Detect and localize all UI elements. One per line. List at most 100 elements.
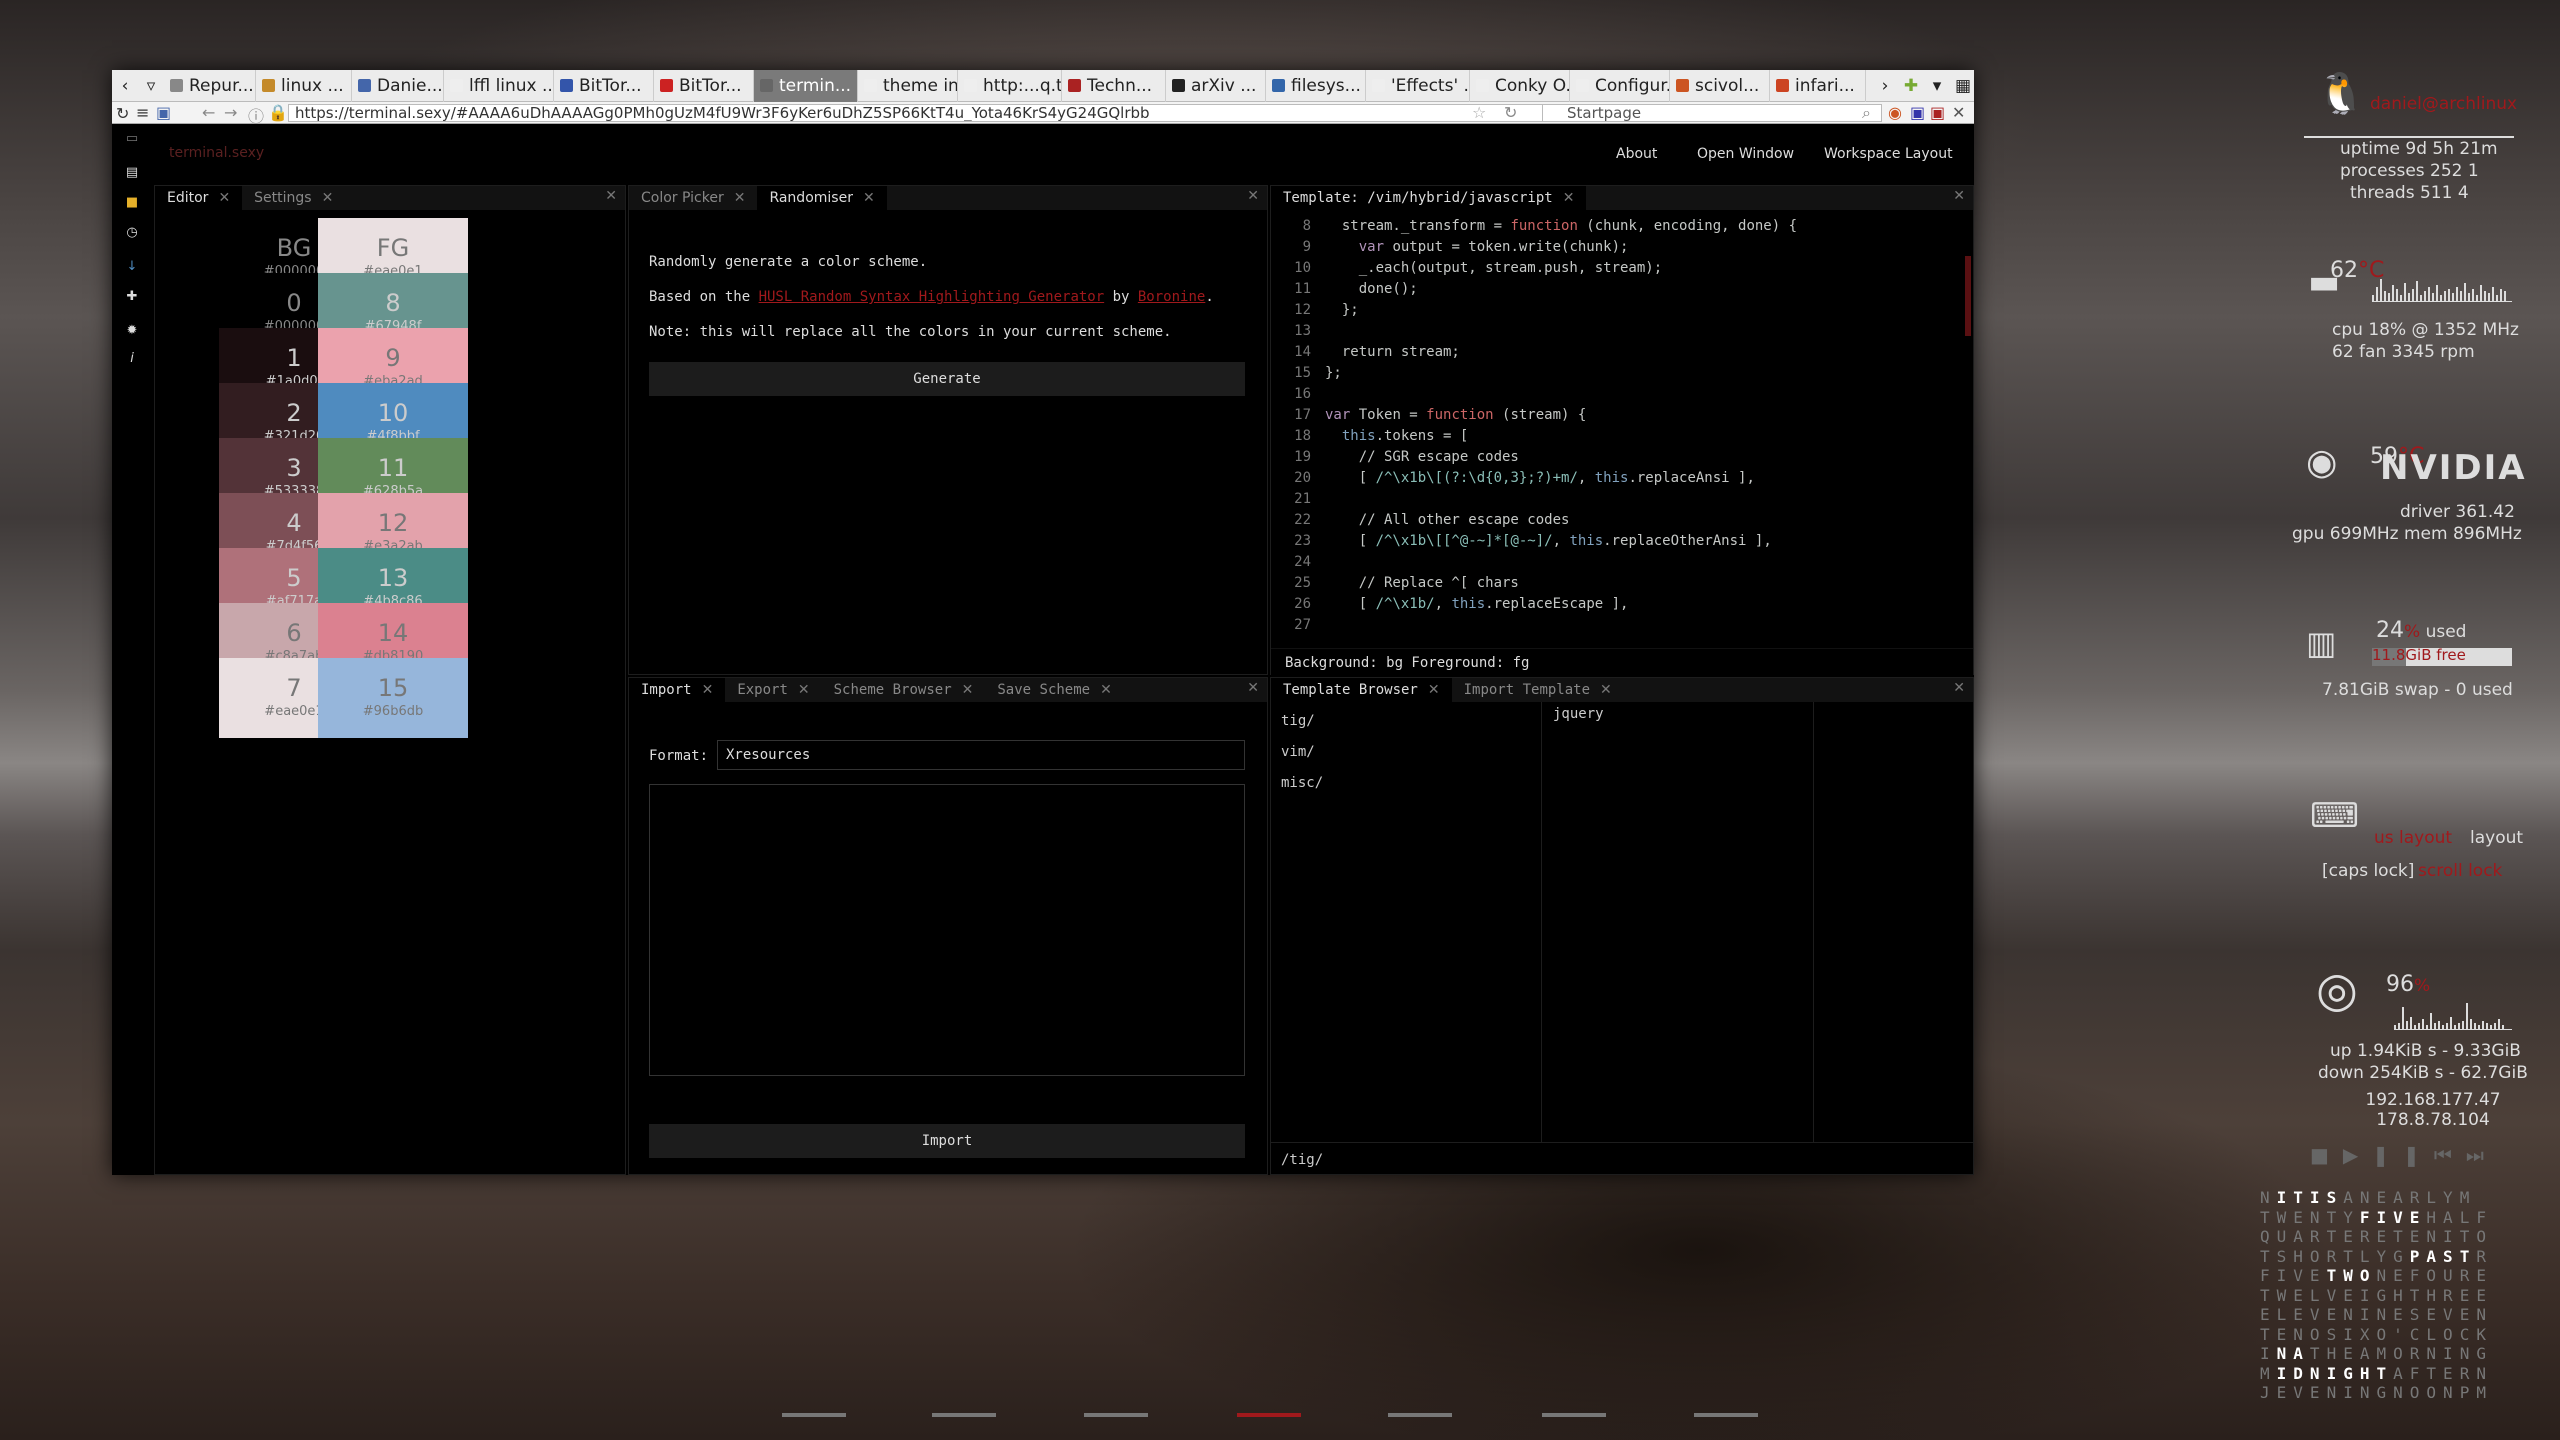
scrollbar[interactable] <box>1965 216 1971 636</box>
panel-close-icon[interactable]: ✕ <box>605 188 617 204</box>
gear-icon[interactable]: ✹ <box>124 323 140 339</box>
previous-icon[interactable]: ⏮ <box>2434 1143 2466 1167</box>
generate-button[interactable]: Generate <box>649 362 1245 396</box>
tab-settings[interactable]: Settings ✕ <box>242 186 345 210</box>
menu-icon[interactable]: ≡ <box>136 103 149 122</box>
app-logo[interactable]: terminal.sexy <box>169 145 264 161</box>
tab-export[interactable]: Export ✕ <box>725 678 821 702</box>
panel-close-icon[interactable]: ✕ <box>1247 680 1259 696</box>
format-select[interactable]: Xresources <box>717 740 1245 770</box>
pause-icon[interactable]: ❚❚ <box>2372 1143 2434 1167</box>
tab-color-picker[interactable]: Color Picker ✕ <box>629 186 757 210</box>
clock-icon[interactable]: ◷ <box>124 225 140 241</box>
refresh-icon[interactable]: ↻ <box>1504 103 1517 122</box>
browser-tab[interactable]: Techn... <box>1062 69 1166 102</box>
close-icon[interactable]: ✕ <box>962 682 974 698</box>
browser-tab[interactable]: Configur... <box>1570 69 1670 102</box>
next-icon[interactable]: ⏭ <box>2466 1143 2498 1167</box>
reload-menu-icon[interactable]: ↻ <box>116 104 129 123</box>
browser-tab[interactable]: lffl linux ... <box>444 69 554 102</box>
nav-open-window[interactable]: Open Window <box>1697 146 1794 162</box>
browser-tab[interactable]: Repur... <box>164 69 256 102</box>
bookmarks-icon[interactable]: ▣ <box>156 103 171 122</box>
tab-scroll-left-icon[interactable]: ‹ <box>112 76 138 96</box>
back-icon[interactable]: ← <box>202 103 215 122</box>
close-icon[interactable]: ✕ <box>322 190 334 206</box>
tab-template[interactable]: Template: /vim/hybrid/javascript ✕ <box>1271 186 1587 210</box>
folder-item[interactable]: tig/ <box>1281 706 1323 737</box>
close-icon[interactable]: ✕ <box>1600 682 1612 698</box>
bookmark-star-icon[interactable]: ☆ <box>1472 103 1486 122</box>
note-icon[interactable]: ■ <box>124 195 140 211</box>
browser-tab[interactable]: 'Effects' ... <box>1366 69 1470 102</box>
download-icon[interactable]: ↓ <box>124 259 140 275</box>
tab-scroll-right-icon[interactable]: › <box>1872 76 1898 96</box>
info-icon[interactable]: i <box>124 351 140 367</box>
workspace-3[interactable] <box>1084 1413 1148 1417</box>
browser-tab[interactable]: arXiv ... <box>1166 69 1266 102</box>
panel-close-icon[interactable]: ✕ <box>1247 188 1259 204</box>
tab-editor[interactable]: Editor ✕ <box>155 186 243 210</box>
forward-icon[interactable]: → <box>224 103 237 122</box>
tab-import-template[interactable]: Import Template ✕ <box>1452 678 1624 702</box>
new-tab-icon[interactable]: ✚ <box>1898 76 1924 96</box>
puzzle-icon[interactable]: ✚ <box>124 289 140 305</box>
browser-tab[interactable]: BitTor... <box>654 69 754 102</box>
workspace-4[interactable] <box>1237 1413 1301 1417</box>
browser-tab[interactable]: Conky O... <box>1470 69 1570 102</box>
window-icon[interactable]: ▭ <box>124 131 140 147</box>
workspace-5[interactable] <box>1388 1413 1452 1417</box>
browser-tab[interactable]: linux ... <box>256 69 352 102</box>
browser-tab[interactable]: BitTor... <box>554 69 654 102</box>
browser-tab[interactable]: infari... <box>1770 69 1866 102</box>
tab-save-scheme[interactable]: Save Scheme ✕ <box>985 678 1123 702</box>
extension-icon-2[interactable]: ▣ <box>1910 103 1925 122</box>
author-link[interactable]: Boronine <box>1138 289 1205 305</box>
tab-menu-icon[interactable]: ▾ <box>1924 76 1950 96</box>
nav-about[interactable]: About <box>1616 146 1657 162</box>
tab-import[interactable]: Import ✕ <box>629 678 726 702</box>
close-icon[interactable]: ✕ <box>863 190 875 206</box>
panel-close-icon[interactable]: ✕ <box>1953 680 1965 696</box>
close-icon[interactable]: ✕ <box>798 682 810 698</box>
close-icon[interactable]: ✕ <box>1100 682 1112 698</box>
close-icon[interactable]: ✕ <box>1428 682 1440 698</box>
workspace-1[interactable] <box>782 1413 846 1417</box>
url-field[interactable]: https://terminal.sexy/#AAAA6uDhAAAAGg0PM… <box>288 104 1588 122</box>
nav-workspace-layout[interactable]: Workspace Layout <box>1824 146 1953 162</box>
workspace-7[interactable] <box>1694 1413 1758 1417</box>
close-icon[interactable]: ✕ <box>734 190 746 206</box>
search-icon[interactable]: ⌕ <box>1862 103 1871 123</box>
tab-list-icon[interactable]: ▿ <box>138 76 164 96</box>
import-button[interactable]: Import <box>649 1124 1245 1158</box>
folder-item[interactable]: misc/ <box>1281 768 1323 799</box>
workspace-6[interactable] <box>1542 1413 1606 1417</box>
browser-tab[interactable]: theme in... <box>858 69 958 102</box>
search-field[interactable]: Startpage <box>1542 104 1882 122</box>
close-icon[interactable]: ✕ <box>218 190 230 206</box>
tab-groups-icon[interactable]: ▦ <box>1950 76 1976 96</box>
close-icon[interactable]: ✕ <box>702 682 714 698</box>
play-icon[interactable]: ▶ <box>2343 1143 2372 1167</box>
panel-close-icon[interactable]: ✕ <box>1953 188 1965 204</box>
folder-item[interactable]: vim/ <box>1281 737 1323 768</box>
browser-tab[interactable]: filesys... <box>1266 69 1366 102</box>
color-swatch[interactable]: 15 #96b6db <box>318 658 468 738</box>
workspace-2[interactable] <box>932 1413 996 1417</box>
close-icon[interactable]: ✕ <box>1952 103 1965 122</box>
stop-icon[interactable]: ■ <box>2310 1143 2343 1167</box>
tab-template-browser[interactable]: Template Browser ✕ <box>1271 678 1452 702</box>
info-icon[interactable]: ⓘ <box>248 103 264 127</box>
browser-tab[interactable]: scivol... <box>1670 69 1770 102</box>
tab-randomiser[interactable]: Randomiser ✕ <box>757 186 887 210</box>
browser-tab[interactable]: http:...q.txt <box>958 69 1062 102</box>
browser-tab[interactable]: Danie... <box>352 69 444 102</box>
extension-icon-3[interactable]: ▣ <box>1930 103 1945 122</box>
tab-scheme-browser[interactable]: Scheme Browser ✕ <box>822 678 986 702</box>
browser-tab[interactable]: termin...✕ <box>754 69 858 102</box>
husl-link[interactable]: HUSL Random Syntax Highlighting Generato… <box>759 289 1105 305</box>
page-icon[interactable]: ▤ <box>124 165 140 181</box>
close-icon[interactable]: ✕ <box>1563 190 1575 206</box>
import-textarea[interactable] <box>649 784 1245 1076</box>
extension-icon[interactable]: ◉ <box>1888 103 1902 122</box>
